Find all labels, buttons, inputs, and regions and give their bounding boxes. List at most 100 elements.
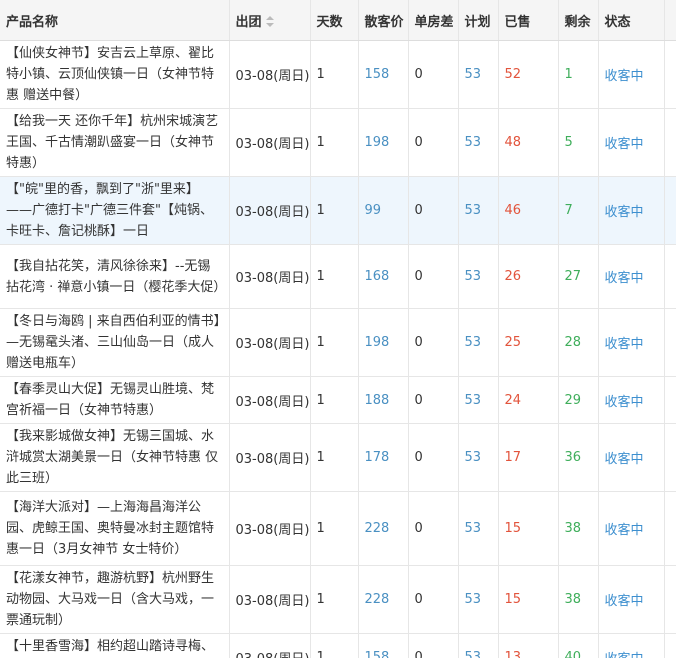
product-name-cell[interactable]: 【十里香雪海】相约超山踏诗寻梅、塘栖古镇老街美食一日 bbox=[0, 633, 230, 658]
days-value: 1 bbox=[316, 521, 325, 536]
extra-cell bbox=[664, 244, 676, 309]
sort-icon[interactable] bbox=[265, 16, 274, 28]
days-cell: 1 bbox=[310, 176, 359, 245]
status-cell[interactable]: 收客中 bbox=[598, 423, 665, 492]
sold-cell: 15 bbox=[498, 491, 559, 566]
status-cell[interactable]: 收客中 bbox=[598, 176, 665, 245]
table-row[interactable]: 【春季灵山大促】无锡灵山胜境、梵宫祈福一日（女神节特惠） 03-08(周日) 1 18… bbox=[0, 376, 676, 424]
product-name-cell[interactable]: 【"皖"里的香，飘到了"浙"里来】——广德打卡"广德三件套"【炖锅、卡旺卡、詹记… bbox=[0, 176, 230, 245]
status-cell[interactable]: 收客中 bbox=[598, 491, 665, 566]
extra-cell bbox=[664, 423, 676, 492]
single-supplement-value: 0 bbox=[414, 521, 423, 536]
status-value[interactable]: 收客中 bbox=[605, 271, 644, 286]
plan-cell: 53 bbox=[458, 40, 499, 109]
product-name-value[interactable]: 【仙侠女神节】安吉云上草原、翟比特小镇、云顶仙侠镇一日（女神节特惠 赠送中餐） bbox=[6, 46, 214, 103]
single-supplement-cell: 0 bbox=[408, 423, 459, 492]
table-row[interactable]: 【仙侠女神节】安吉云上草原、翟比特小镇、云顶仙侠镇一日（女神节特惠 赠送中餐） 0… bbox=[0, 40, 676, 109]
product-name-value[interactable]: 【我来影城做女神】无锡三国城、水浒城赏太湖美景一日（女神节特惠 仅此三班） bbox=[6, 429, 218, 486]
header-remaining-label: 剩余 bbox=[564, 14, 591, 30]
status-value[interactable]: 收客中 bbox=[605, 205, 644, 220]
status-cell[interactable]: 收客中 bbox=[598, 633, 665, 658]
table-row[interactable]: 【我来影城做女神】无锡三国城、水浒城赏太湖美景一日（女神节特惠 仅此三班） 03-… bbox=[0, 423, 676, 492]
product-table-container: 产品名称 出团 天数 散客价 单房差 计划 已售 剩余 状态 【仙侠女神节】安吉… bbox=[0, 0, 676, 658]
remaining-cell: 38 bbox=[558, 491, 599, 566]
remaining-cell: 29 bbox=[558, 376, 599, 424]
plan-cell: 53 bbox=[458, 565, 499, 634]
product-name-cell[interactable]: 【我自拈花笑，清风徐徐来】--无锡拈花湾 · 禅意小镇一日（樱花季大促） bbox=[0, 244, 230, 309]
product-name-value[interactable]: 【花漾女神节，趣游杭野】杭州野生动物园、大马戏一日（含大马戏，一票通玩制） bbox=[6, 571, 214, 628]
status-value[interactable]: 收客中 bbox=[605, 594, 644, 609]
price-value: 158 bbox=[364, 67, 390, 82]
status-value[interactable]: 收客中 bbox=[605, 652, 644, 658]
product-name-value[interactable]: 【"皖"里的香，飘到了"浙"里来】——广德打卡"广德三件套"【炖锅、卡旺卡、詹记… bbox=[6, 182, 213, 239]
status-value[interactable]: 收客中 bbox=[605, 137, 644, 152]
remaining-cell: 28 bbox=[558, 308, 599, 377]
plan-cell: 53 bbox=[458, 108, 499, 177]
product-name-value[interactable]: 【春季灵山大促】无锡灵山胜境、梵宫祈福一日（女神节特惠） bbox=[6, 382, 214, 418]
header-extra bbox=[664, 0, 676, 41]
days-cell: 1 bbox=[310, 376, 359, 424]
days-value: 1 bbox=[316, 649, 325, 658]
departure-date-value: 03-08(周日) bbox=[235, 337, 310, 352]
product-name-value[interactable]: 【海洋大派对】—上海海昌海洋公园、虎鲸王国、奥特曼冰封主题馆特惠一日（3月女神节… bbox=[6, 500, 214, 557]
price-value: 158 bbox=[364, 649, 390, 658]
days-cell: 1 bbox=[310, 423, 359, 492]
product-name-cell[interactable]: 【仙侠女神节】安吉云上草原、翟比特小镇、云顶仙侠镇一日（女神节特惠 赠送中餐） bbox=[0, 40, 230, 109]
price-value: 198 bbox=[364, 335, 390, 350]
departure-date-cell: 03-08(周日) bbox=[229, 565, 311, 634]
header-departure-date[interactable]: 出团 bbox=[229, 0, 311, 41]
price-cell: 158 bbox=[358, 40, 409, 109]
header-sold: 已售 bbox=[498, 0, 559, 41]
product-name-cell[interactable]: 【春季灵山大促】无锡灵山胜境、梵宫祈福一日（女神节特惠） bbox=[0, 376, 230, 424]
product-name-value[interactable]: 【十里香雪海】相约超山踏诗寻梅、塘栖古镇老街美食一日 bbox=[6, 639, 214, 658]
table-row[interactable]: 【给我一天 还你千年】杭州宋城演艺王国、千古情潮趴盛宴一日（女神节特惠） 03-0… bbox=[0, 108, 676, 177]
status-cell[interactable]: 收客中 bbox=[598, 376, 665, 424]
sold-cell: 48 bbox=[498, 108, 559, 177]
status-value[interactable]: 收客中 bbox=[605, 523, 644, 538]
price-cell: 228 bbox=[358, 491, 409, 566]
product-name-cell[interactable]: 【花漾女神节，趣游杭野】杭州野生动物园、大马戏一日（含大马戏，一票通玩制） bbox=[0, 565, 230, 634]
status-cell[interactable]: 收客中 bbox=[598, 244, 665, 309]
table-row[interactable]: 【十里香雪海】相约超山踏诗寻梅、塘栖古镇老街美食一日 03-08(周日) 1 158 0… bbox=[0, 633, 676, 658]
status-cell[interactable]: 收客中 bbox=[598, 40, 665, 109]
product-name-value[interactable]: 【给我一天 还你千年】杭州宋城演艺王国、千古情潮趴盛宴一日（女神节特惠） bbox=[6, 114, 218, 171]
remaining-value: 1 bbox=[564, 67, 573, 82]
product-name-cell[interactable]: 【冬日与海鸥 | 来自西伯利亚的情书】—无锡鼋头渚、三山仙岛一日（成人赠送电瓶车… bbox=[0, 308, 230, 377]
table-row[interactable]: 【"皖"里的香，飘到了"浙"里来】——广德打卡"广德三件套"【炖锅、卡旺卡、詹记… bbox=[0, 176, 676, 245]
header-remaining: 剩余 bbox=[558, 0, 599, 41]
price-cell: 198 bbox=[358, 108, 409, 177]
sold-cell: 24 bbox=[498, 376, 559, 424]
price-cell: 178 bbox=[358, 423, 409, 492]
status-value[interactable]: 收客中 bbox=[605, 395, 644, 410]
product-name-cell[interactable]: 【我来影城做女神】无锡三国城、水浒城赏太湖美景一日（女神节特惠 仅此三班） bbox=[0, 423, 230, 492]
sold-value: 52 bbox=[504, 67, 522, 82]
table-body: 【仙侠女神节】安吉云上草原、翟比特小镇、云顶仙侠镇一日（女神节特惠 赠送中餐） 0… bbox=[0, 40, 676, 658]
status-cell[interactable]: 收客中 bbox=[598, 565, 665, 634]
table-row[interactable]: 【冬日与海鸥 | 来自西伯利亚的情书】—无锡鼋头渚、三山仙岛一日（成人赠送电瓶车… bbox=[0, 308, 676, 377]
status-cell[interactable]: 收客中 bbox=[598, 308, 665, 377]
days-value: 1 bbox=[316, 269, 325, 284]
status-value[interactable]: 收客中 bbox=[605, 337, 644, 352]
plan-value: 53 bbox=[464, 67, 482, 82]
status-cell[interactable]: 收客中 bbox=[598, 108, 665, 177]
table-row[interactable]: 【花漾女神节，趣游杭野】杭州野生动物园、大马戏一日（含大马戏，一票通玩制） 03-… bbox=[0, 565, 676, 634]
status-value[interactable]: 收客中 bbox=[605, 452, 644, 467]
remaining-cell: 1 bbox=[558, 40, 599, 109]
plan-cell: 53 bbox=[458, 423, 499, 492]
product-name-cell[interactable]: 【海洋大派对】—上海海昌海洋公园、虎鲸王国、奥特曼冰封主题馆特惠一日（3月女神节… bbox=[0, 491, 230, 566]
product-name-value[interactable]: 【我自拈花笑，清风徐徐来】--无锡拈花湾 · 禅意小镇一日（樱花季大促） bbox=[6, 259, 226, 295]
remaining-value: 36 bbox=[564, 450, 582, 465]
days-value: 1 bbox=[316, 392, 325, 408]
single-supplement-value: 0 bbox=[414, 135, 423, 150]
single-supplement-cell: 0 bbox=[408, 633, 459, 658]
table-row[interactable]: 【海洋大派对】—上海海昌海洋公园、虎鲸王国、奥特曼冰封主题馆特惠一日（3月女神节… bbox=[0, 491, 676, 566]
remaining-cell: 7 bbox=[558, 176, 599, 245]
table-row[interactable]: 【我自拈花笑，清风徐徐来】--无锡拈花湾 · 禅意小镇一日（樱花季大促） 03-0… bbox=[0, 244, 676, 309]
product-name-value[interactable]: 【冬日与海鸥 | 来自西伯利亚的情书】—无锡鼋头渚、三山仙岛一日（成人赠送电瓶车… bbox=[6, 314, 220, 371]
departure-date-value: 03-08(周日) bbox=[236, 652, 310, 658]
product-name-cell[interactable]: 【给我一天 还你千年】杭州宋城演艺王国、千古情潮趴盛宴一日（女神节特惠） bbox=[0, 108, 230, 177]
extra-cell bbox=[664, 108, 676, 177]
price-cell: 228 bbox=[358, 565, 409, 634]
status-value[interactable]: 收客中 bbox=[605, 69, 644, 84]
price-cell: 198 bbox=[358, 308, 409, 377]
